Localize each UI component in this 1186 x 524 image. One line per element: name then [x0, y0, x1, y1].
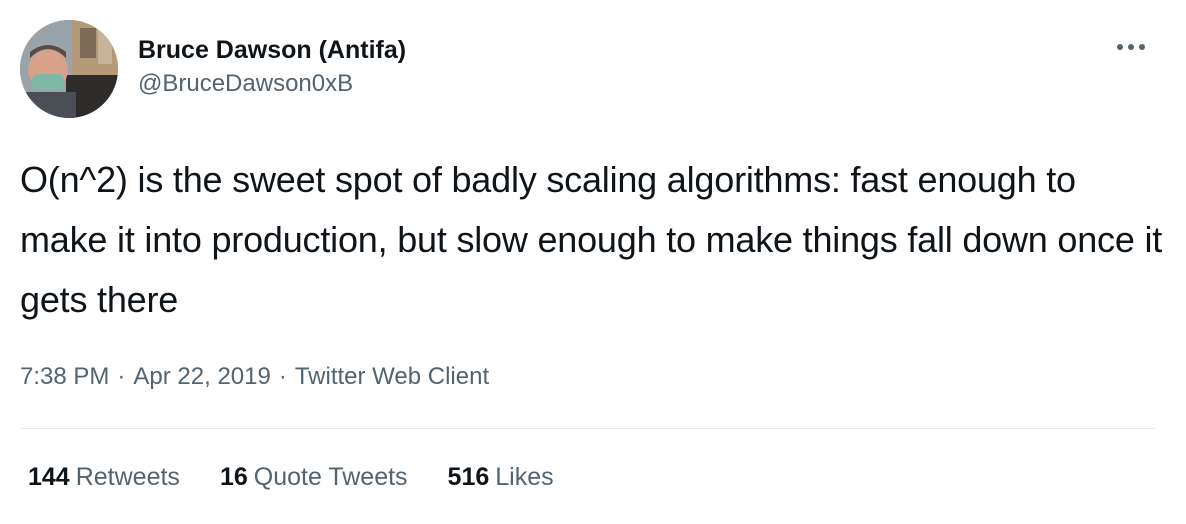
tweet-stats: 144 Retweets 16 Quote Tweets 516 Likes [28, 459, 594, 495]
divider [20, 428, 1156, 429]
quote-tweets-count: 16 [219, 463, 248, 491]
quote-tweets-stat[interactable]: 16 Quote Tweets [220, 459, 408, 495]
likes-label: Likes [495, 463, 554, 491]
likes-stat[interactable]: 516 Likes [448, 459, 554, 495]
more-horizontal-icon [1117, 44, 1145, 50]
more-options-button[interactable] [1108, 32, 1154, 62]
likes-count: 516 [447, 463, 490, 491]
tweet-card: Bruce Dawson (Antifa) @BruceDawson0xB O(… [0, 0, 1186, 524]
retweets-stat[interactable]: 144 Retweets [28, 459, 180, 495]
retweets-label: Retweets [75, 463, 180, 491]
author-handle[interactable]: @BruceDawson0xB [138, 68, 406, 100]
retweets-count: 144 [28, 463, 70, 491]
tweet-text: O(n^2) is the sweet spot of badly scalin… [20, 159, 1163, 320]
tweet-author[interactable]: Bruce Dawson (Antifa) @BruceDawson0xB [138, 34, 406, 100]
author-display-name[interactable]: Bruce Dawson (Antifa) [138, 34, 406, 66]
meta-separator: · [117, 363, 126, 390]
meta-separator: · [278, 363, 287, 390]
quote-tweets-label: Quote Tweets [253, 463, 408, 491]
avatar[interactable] [20, 20, 118, 118]
tweet-source-client[interactable]: Twitter Web Client [295, 363, 489, 390]
tweet-timestamp-date[interactable]: Apr 22, 2019 [133, 363, 270, 390]
tweet-metadata: 7:38 PM · Apr 22, 2019 · Twitter Web Client [20, 360, 489, 394]
avatar-photo-icon [20, 20, 118, 118]
tweet-timestamp-time[interactable]: 7:38 PM [20, 363, 109, 390]
